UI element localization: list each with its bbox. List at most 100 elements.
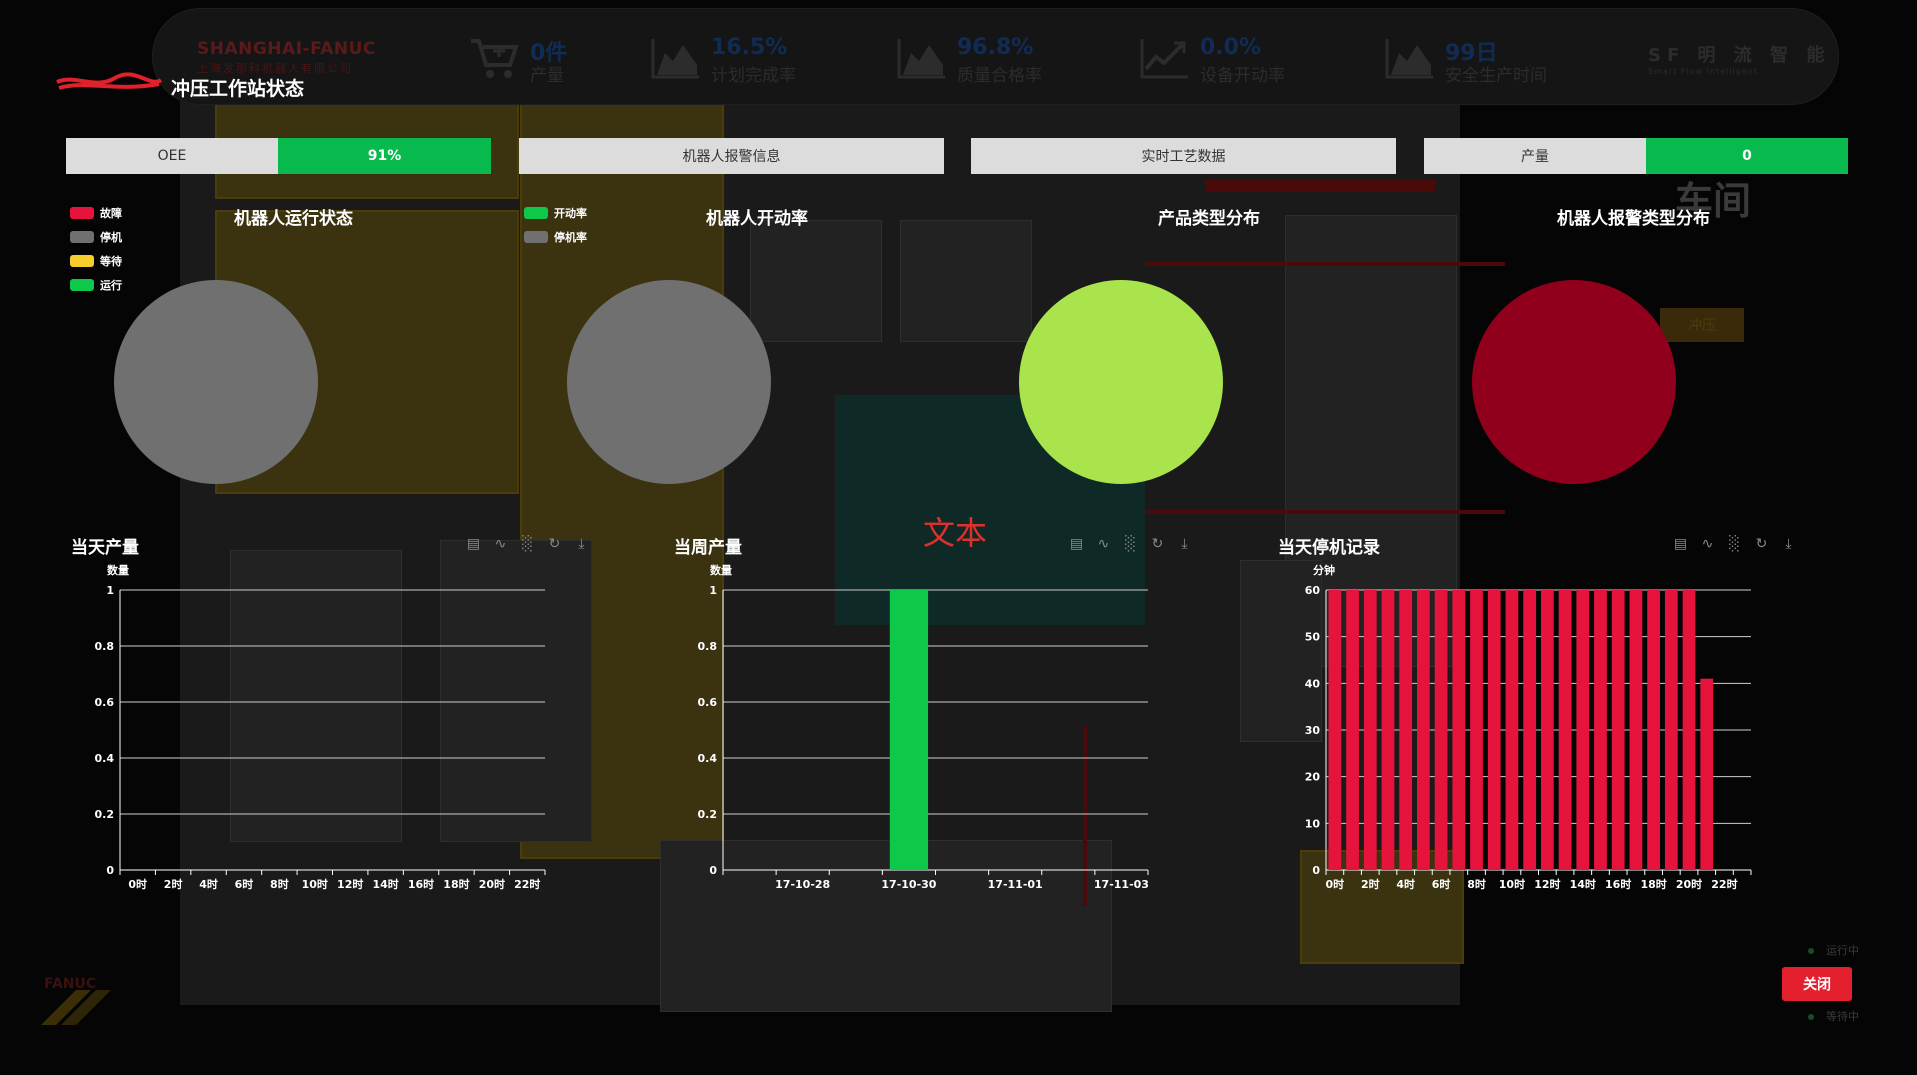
chart-toolbox: ▤ ∿ ░ ↻ ⤓ [465, 536, 590, 553]
output-label: 产量 [1521, 149, 1549, 165]
robot-utilization-title: 机器人开动率 [706, 209, 808, 229]
bar [1664, 590, 1678, 870]
output-value: 0 [1646, 138, 1848, 174]
chart-title: 当天停机记录 [1278, 538, 1380, 558]
legend-item[interactable]: 等待 [70, 249, 122, 273]
legend-swatch [524, 231, 548, 243]
y-tick-label: 20 [1305, 771, 1321, 784]
bar [1594, 590, 1607, 870]
bar [889, 590, 929, 870]
line-chart-icon[interactable]: ∿ [1095, 536, 1112, 553]
y-tick-label: 0.4 [95, 752, 115, 765]
overlay-text: 文本 [923, 514, 988, 552]
bar [1328, 590, 1342, 870]
y-tick-label: 50 [1305, 631, 1321, 644]
download-icon[interactable]: ⤓ [1176, 536, 1193, 553]
legend-item[interactable]: 停机 [70, 225, 122, 249]
bar-chart-icon[interactable]: ░ [1726, 536, 1743, 553]
x-tick-label: 4时 [199, 877, 218, 891]
download-icon[interactable]: ⤓ [573, 536, 590, 553]
bar [1682, 590, 1696, 870]
line-chart-icon[interactable]: ∿ [492, 536, 509, 553]
robot-utilization-pie[interactable] [567, 280, 771, 484]
svg-text:FANUC: FANUC [44, 976, 96, 992]
legend-label: 等待 [100, 255, 122, 268]
x-tick-label: 17-11-03 [1094, 878, 1149, 891]
legend-swatch [70, 207, 94, 219]
bg-legend-dot [1808, 1014, 1814, 1020]
bg-conveyor [1205, 180, 1435, 192]
y-tick-label: 40 [1305, 677, 1321, 690]
fanuc-logo-icon: FANUC [41, 976, 111, 1025]
page-title: 冲压工作站状态 [171, 78, 305, 100]
legend-label: 停机 [100, 231, 122, 244]
data-view-icon[interactable]: ▤ [1068, 536, 1085, 553]
data-view-icon[interactable]: ▤ [465, 536, 482, 553]
x-tick-label: 4时 [1396, 877, 1415, 891]
y-tick-label: 60 [1305, 584, 1321, 597]
legend-item[interactable]: 开动率 [524, 201, 587, 225]
brand-name: SHANGHAI-FANUC [197, 39, 376, 59]
download-icon[interactable]: ⤓ [1780, 536, 1797, 553]
chart-toolbox: ▤ ∿ ░ ↻ ⤓ [1672, 536, 1797, 553]
daily-downtime-chart: 0 10 20 30 40 50 60 0时 2时 4时 6时 8时 10时 12时 14时 16时 18时 20… [1305, 584, 1752, 891]
top-kpi-banner: SHANGHAI-FANUC 上海发那科机器人有限公司 0件 产量 16.5% … [152, 8, 1839, 105]
chart-toolbox: ▤ ∿ ░ ↻ ⤓ [1068, 536, 1193, 553]
product-types-title: 产品类型分布 [1158, 209, 1260, 229]
bg-conveyor [1145, 262, 1505, 266]
product-types-pie[interactable] [1019, 280, 1223, 484]
robot-utilization-legend: 开动率 停机率 [524, 201, 587, 249]
x-tick-label: 2时 [1361, 877, 1380, 891]
close-button[interactable]: 关闭 [1782, 967, 1852, 1001]
y-tick-label: 0 [106, 864, 114, 877]
legend-item[interactable]: 故障 [70, 201, 122, 225]
bar [1470, 590, 1483, 870]
alarm-info-label: 机器人报警信息 [682, 149, 781, 165]
cart-icon [471, 39, 519, 78]
bar [1540, 590, 1554, 870]
refresh-icon[interactable]: ↻ [546, 536, 563, 553]
alarm-info-button[interactable]: 机器人报警信息 [519, 138, 944, 174]
line-chart-icon[interactable]: ∿ [1699, 536, 1716, 553]
bar-chart-icon[interactable]: ░ [1122, 536, 1139, 553]
x-tick-label: 10时 [1499, 877, 1525, 891]
process-data-button[interactable]: 实时工艺数据 [971, 138, 1396, 174]
x-tick-label: 10时 [302, 877, 328, 891]
bg-legend-item: 运行中 [1808, 940, 1859, 962]
x-tick-label: 2时 [164, 877, 183, 891]
partner-logo: SF 明 流 智 能 Smart Flow Intelligent [1648, 41, 1830, 76]
robot-status-pie[interactable] [114, 280, 318, 484]
x-tick-label: 8时 [270, 877, 289, 891]
alarm-types-title: 机器人报警类型分布 [1557, 209, 1710, 229]
y-tick-label: 30 [1305, 724, 1321, 737]
x-tick-label: 17-10-28 [775, 878, 830, 891]
x-tick-label: 0时 [1326, 877, 1345, 891]
legend-item[interactable]: 运行 [70, 273, 122, 297]
legend-item[interactable]: 停机率 [524, 225, 587, 249]
output-bar: 产量 0 [1424, 138, 1848, 174]
x-tick-label: 20时 [1676, 877, 1702, 891]
bg-legend-label: 等待中 [1826, 1010, 1859, 1023]
x-tick-label: 22时 [1711, 877, 1737, 891]
bar [1434, 590, 1448, 870]
bar [1381, 590, 1395, 870]
refresh-icon[interactable]: ↻ [1753, 536, 1770, 553]
kpi-value: 16.5% [711, 35, 788, 60]
data-view-icon[interactable]: ▤ [1672, 536, 1689, 553]
brand-logo: SHANGHAI-FANUC 上海发那科机器人有限公司 [197, 39, 376, 76]
alarm-types-pie[interactable] [1472, 280, 1676, 484]
chart-title: 当周产量 [674, 538, 742, 558]
bar [1505, 590, 1519, 870]
y-tick-label: 0.6 [95, 696, 115, 709]
bg-legend-label: 运行中 [1826, 944, 1859, 957]
chart-title: 当天产量 [71, 538, 139, 558]
y-tick-label: 0.2 [698, 808, 718, 821]
refresh-icon[interactable]: ↻ [1149, 536, 1166, 553]
x-tick-label: 22时 [514, 877, 540, 891]
bar-chart-icon[interactable]: ░ [519, 536, 536, 553]
kpi-label: 产量 [530, 66, 564, 86]
x-tick-label: 0时 [128, 877, 147, 891]
x-tick-label: 16时 [1605, 877, 1631, 891]
y-tick-label: 1 [106, 584, 114, 597]
bar [1346, 590, 1359, 870]
